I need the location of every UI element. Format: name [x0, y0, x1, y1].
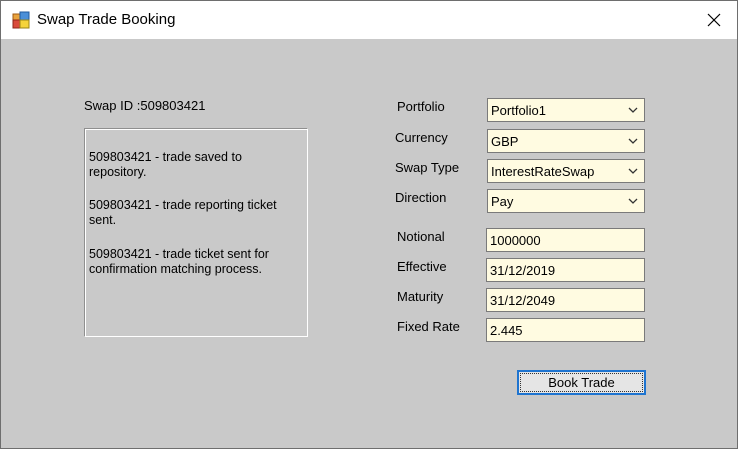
swap-type-value: InterestRateSwap	[491, 164, 595, 179]
log-message: 509803421 - trade saved to repository.	[89, 150, 242, 179]
direction-select[interactable]: Pay	[487, 189, 645, 213]
maturity-date-input[interactable]: 31/12/2049	[486, 288, 645, 312]
portfolio-select[interactable]: Portfolio1	[487, 98, 645, 122]
status-log-box: 509803421 - trade saved to repository. 5…	[84, 128, 308, 337]
window-title: Swap Trade Booking	[37, 11, 176, 28]
effective-label: Effective	[397, 259, 447, 274]
maturity-value: 31/12/2049	[490, 293, 556, 308]
maturity-label: Maturity	[397, 289, 444, 304]
log-message: 509803421 - trade ticket sent for confir…	[89, 247, 269, 276]
notional-label: Notional	[397, 229, 445, 244]
chevron-down-icon	[628, 138, 638, 144]
windows-form-icon	[12, 11, 30, 29]
swap-id-label: Swap ID :509803421	[84, 98, 206, 113]
currency-label: Currency	[395, 130, 448, 145]
effective-date-input[interactable]: 31/12/2019	[486, 258, 645, 282]
fixed-rate-input[interactable]: 2.445	[486, 318, 645, 342]
close-button[interactable]	[691, 1, 737, 39]
swap-type-label: Swap Type	[395, 160, 460, 175]
chevron-down-icon	[628, 168, 638, 174]
effective-value: 31/12/2019	[490, 263, 556, 278]
portfolio-value: Portfolio1	[491, 103, 546, 118]
currency-select[interactable]: GBP	[487, 129, 645, 153]
chevron-down-icon	[628, 198, 638, 204]
notional-input[interactable]: 1000000	[486, 228, 645, 252]
title-bar[interactable]: Swap Trade Booking	[1, 1, 737, 39]
swap-type-select[interactable]: InterestRateSwap	[487, 159, 645, 183]
notional-value: 1000000	[490, 233, 541, 248]
close-icon	[707, 13, 721, 27]
direction-label: Direction	[395, 190, 447, 205]
log-message: 509803421 - trade reporting ticket sent.	[89, 198, 277, 227]
chevron-down-icon	[628, 107, 638, 113]
book-trade-button[interactable]: Book Trade	[517, 370, 646, 395]
currency-value: GBP	[491, 134, 519, 149]
fixed-rate-value: 2.445	[490, 323, 523, 338]
app-window: Swap Trade Booking Swap ID :509803421 50…	[0, 0, 738, 449]
fixed-rate-label: Fixed Rate	[397, 319, 460, 334]
direction-value: Pay	[491, 194, 514, 209]
portfolio-label: Portfolio	[397, 99, 445, 114]
form-client-area: Swap ID :509803421 509803421 - trade sav…	[1, 39, 737, 448]
